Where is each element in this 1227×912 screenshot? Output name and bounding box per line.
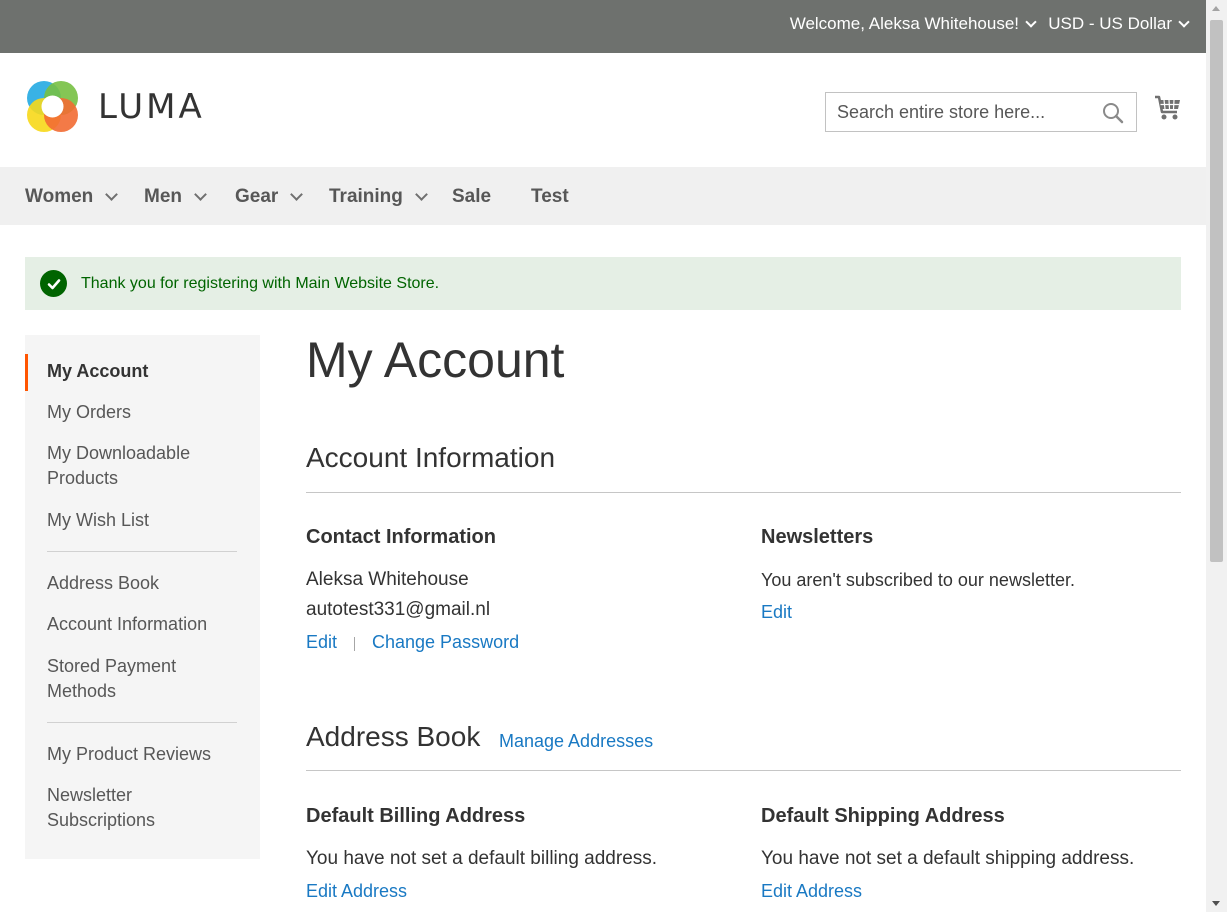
edit-billing-address-link[interactable]: Edit Address [306,881,407,902]
nav-item-women[interactable]: Women [25,186,119,208]
account-sidebar: My Account My Orders My Downloadable Pro… [25,335,260,859]
currency-switcher[interactable]: USD - US Dollar [1048,14,1190,34]
sidebar-item-my-wish-list[interactable]: My Wish List [47,508,149,533]
edit-shipping-address-link[interactable]: Edit Address [761,881,862,902]
sidebar-item-my-downloadable-products[interactable]: My Downloadable Products [47,441,217,491]
chevron-down-icon [1178,15,1190,28]
sidebar-item-my-account: My Account [47,361,149,381]
welcome-label: Welcome, Aleksa Whitehouse! [789,14,1019,33]
scroll-down-arrow-icon[interactable] [1212,901,1220,906]
nav-item-label: Women [25,186,94,207]
sidebar-divider [47,722,237,723]
nav-item-training[interactable]: Training [329,186,428,208]
contact-email: autotest331@gmail.nl [306,599,491,620]
address-book-heading: Address Book [306,721,481,752]
chevron-down-icon [105,187,119,201]
page-title: My Account [306,332,565,388]
nav-item-label: Test [531,186,569,207]
account-information-heading: Account Information [306,442,556,473]
sidebar-divider [47,551,237,552]
nav-item-label: Men [144,186,182,207]
change-password-link[interactable]: Change Password [372,632,519,653]
edit-contact-link[interactable]: Edit [306,632,337,653]
scroll-up-arrow-icon[interactable] [1212,6,1220,11]
chevron-down-icon [415,187,428,201]
newsletters-title: Newsletters [761,526,874,548]
nav-item-test[interactable]: Test [531,186,569,208]
sidebar-item-stored-payment-methods[interactable]: Stored Payment Methods [47,654,197,704]
nav-item-label: Sale [452,186,492,207]
shopping-cart-icon [1155,95,1180,120]
top-panel: Welcome, Aleksa Whitehouse! USD - US Dol… [0,0,1206,53]
billing-address-text: You have not set a default billing addre… [306,848,658,869]
search-input[interactable] [826,93,1096,131]
chevron-down-icon [194,187,207,201]
shipping-address-text: You have not set a default shipping addr… [761,848,1135,869]
nav-item-label: Training [329,186,403,207]
success-message: Thank you for registering with Main Webs… [25,257,1181,310]
default-billing-address-title: Default Billing Address [306,805,526,827]
chevron-down-icon [1025,15,1037,28]
chevron-down-icon [290,187,304,201]
nav-item-sale[interactable]: Sale [452,186,491,208]
logo-text: LUMA [98,86,205,127]
sidebar-item-my-orders[interactable]: My Orders [47,400,131,425]
minicart-button[interactable] [1154,94,1182,127]
luma-logo-icon [27,81,78,132]
link-separator [354,637,355,651]
newsletter-status-text: You aren't subscribed to our newsletter. [761,570,1075,590]
nav-item-men[interactable]: Men [144,186,207,208]
nav-item-gear[interactable]: Gear [235,186,304,208]
default-shipping-address-title: Default Shipping Address [761,805,1005,827]
checkmark-icon [40,270,67,297]
scrollbar-thumb[interactable] [1210,20,1223,562]
contact-information-title: Contact Information [306,526,496,548]
sidebar-item-account-information[interactable]: Account Information [47,612,207,637]
section-divider [306,492,1181,493]
sidebar-item-newsletter-subscriptions[interactable]: Newsletter Subscriptions [47,783,177,833]
edit-newsletter-link[interactable]: Edit [761,602,792,623]
success-message-text: Thank you for registering with Main Webs… [81,274,440,292]
currency-label: USD - US Dollar [1048,14,1172,33]
current-item-marker [25,354,28,391]
main-navigation: Women Men Gear Training Sale Test [0,167,1206,225]
search-box [825,92,1137,132]
search-icon[interactable] [1102,102,1124,124]
store-logo[interactable]: LUMA [25,79,205,134]
contact-name: Aleksa Whitehouse [306,569,469,590]
page-scrollbar[interactable] [1206,0,1227,912]
manage-addresses-link[interactable]: Manage Addresses [499,731,653,752]
nav-item-label: Gear [235,186,279,207]
section-divider [306,770,1181,771]
sidebar-item-address-book[interactable]: Address Book [47,571,159,596]
sidebar-item-my-product-reviews[interactable]: My Product Reviews [47,742,211,767]
customer-welcome-dropdown[interactable]: Welcome, Aleksa Whitehouse! [789,14,1037,34]
